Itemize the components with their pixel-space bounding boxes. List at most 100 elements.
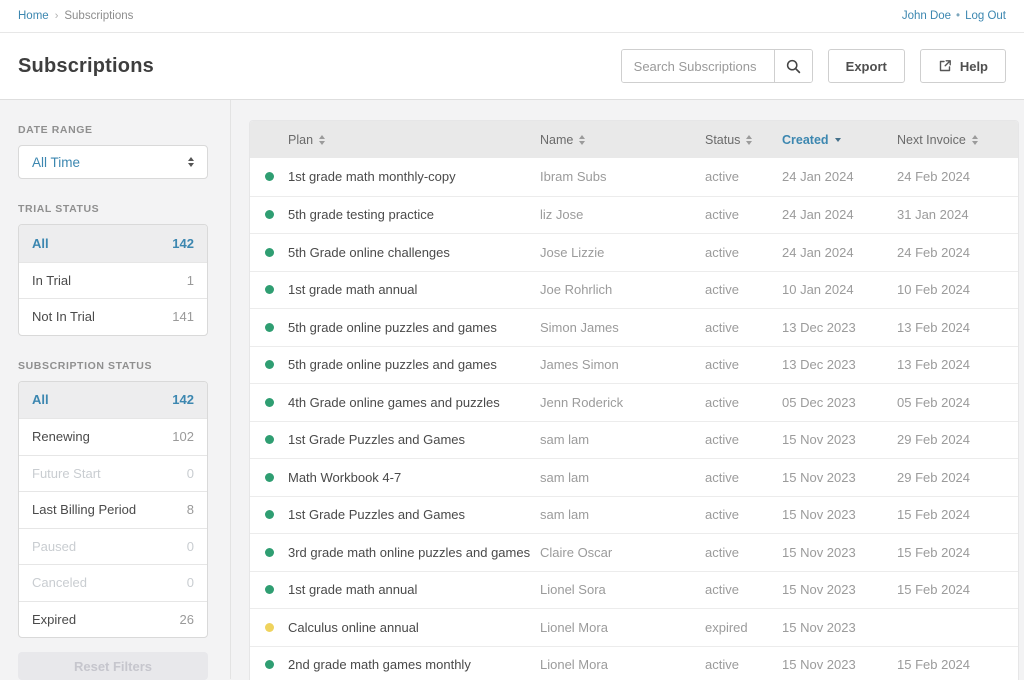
- cell-status: active: [705, 470, 782, 485]
- external-link-icon: [938, 59, 952, 73]
- column-header[interactable]: Status: [705, 133, 782, 147]
- user-name-link[interactable]: John Doe: [902, 10, 951, 22]
- filter-item[interactable]: Expired 26: [19, 601, 207, 638]
- cell-plan: Calculus online annual: [288, 620, 540, 635]
- cell-plan: 1st grade math annual: [288, 582, 540, 597]
- filter-item-count: 102: [172, 429, 194, 444]
- cell-name: sam lam: [540, 470, 705, 485]
- filter-item-label: Expired: [32, 612, 76, 627]
- table-row[interactable]: 5th grade online puzzles and games James…: [250, 346, 1018, 384]
- filter-item-label: Future Start: [32, 466, 101, 481]
- column-header-label: Next Invoice: [897, 133, 966, 147]
- date-range-value: All Time: [32, 155, 80, 170]
- export-button[interactable]: Export: [828, 49, 905, 83]
- status-dot-icon: [265, 473, 274, 482]
- filter-item-label: Last Billing Period: [32, 502, 136, 517]
- table-row[interactable]: 2nd grade math games monthly Lionel Mora…: [250, 646, 1018, 680]
- filter-item-label: Paused: [32, 539, 76, 554]
- sort-icon: [746, 135, 752, 145]
- cell-status: active: [705, 582, 782, 597]
- filter-item[interactable]: Renewing 102: [19, 418, 207, 455]
- table-row[interactable]: 1st grade math monthly-copy Ibram Subs a…: [250, 158, 1018, 196]
- cell-created: 15 Nov 2023: [782, 582, 897, 597]
- cell-created: 15 Nov 2023: [782, 470, 897, 485]
- table-row[interactable]: 4th Grade online games and puzzles Jenn …: [250, 383, 1018, 421]
- table-header-row: Plan Name Status Created Next Invoice: [250, 121, 1018, 158]
- breadcrumb-current: Subscriptions: [64, 10, 133, 22]
- table-row[interactable]: 5th grade testing practice liz Jose acti…: [250, 196, 1018, 234]
- table-row[interactable]: 1st grade math annual Lionel Sora active…: [250, 571, 1018, 609]
- column-header[interactable]: Next Invoice: [897, 133, 1018, 147]
- cell-plan: 1st Grade Puzzles and Games: [288, 432, 540, 447]
- table-body: 1st grade math monthly-copy Ibram Subs a…: [250, 158, 1018, 680]
- cell-status: active: [705, 545, 782, 560]
- cell-name: liz Jose: [540, 207, 705, 222]
- logout-link[interactable]: Log Out: [965, 10, 1006, 22]
- column-header[interactable]: Name: [540, 133, 705, 147]
- status-dot-icon: [265, 660, 274, 669]
- filter-item[interactable]: Not In Trial 141: [19, 298, 207, 335]
- table-row[interactable]: Calculus online annual Lionel Mora expir…: [250, 608, 1018, 646]
- sidebar-divider: [230, 100, 231, 679]
- filter-item[interactable]: Last Billing Period 8: [19, 491, 207, 528]
- cell-next-invoice: 15 Feb 2024: [897, 545, 1018, 560]
- filter-item[interactable]: Paused 0: [19, 528, 207, 565]
- cell-created: 10 Jan 2024: [782, 282, 897, 297]
- date-range-select[interactable]: All Time: [18, 145, 208, 179]
- column-header-label: Name: [540, 133, 573, 147]
- table-row[interactable]: Math Workbook 4-7 sam lam active 15 Nov …: [250, 458, 1018, 496]
- cell-next-invoice: 29 Feb 2024: [897, 432, 1018, 447]
- cell-name: Ibram Subs: [540, 169, 705, 184]
- cell-plan: 5th grade online puzzles and games: [288, 357, 540, 372]
- cell-status: active: [705, 245, 782, 260]
- cell-status: active: [705, 507, 782, 522]
- filter-item[interactable]: Future Start 0: [19, 455, 207, 492]
- column-header[interactable]: Plan: [288, 133, 540, 147]
- status-dot-icon: [265, 285, 274, 294]
- status-dot-icon: [265, 585, 274, 594]
- date-range-label: DATE RANGE: [18, 124, 208, 136]
- trial-status-label: TRIAL STATUS: [18, 203, 208, 215]
- table-row[interactable]: 5th grade online puzzles and games Simon…: [250, 308, 1018, 346]
- search-button[interactable]: [774, 50, 812, 82]
- table-row[interactable]: 1st grade math annual Joe Rohrlich activ…: [250, 271, 1018, 309]
- table-row[interactable]: 1st Grade Puzzles and Games sam lam acti…: [250, 496, 1018, 534]
- column-header-label: Status: [705, 133, 740, 147]
- table-row[interactable]: 1st Grade Puzzles and Games sam lam acti…: [250, 421, 1018, 459]
- cell-status: active: [705, 282, 782, 297]
- column-header[interactable]: Created: [782, 133, 897, 147]
- cell-created: 15 Nov 2023: [782, 432, 897, 447]
- filter-item-count: 0: [187, 539, 194, 554]
- subscriptions-table: Plan Name Status Created Next Invoice 1s…: [250, 121, 1018, 680]
- filter-item-label: Renewing: [32, 429, 90, 444]
- table-row[interactable]: 5th Grade online challenges Jose Lizzie …: [250, 233, 1018, 271]
- status-dot-icon: [265, 548, 274, 557]
- filter-item[interactable]: All 142: [19, 382, 207, 419]
- cell-plan: 1st grade math monthly-copy: [288, 169, 540, 184]
- cell-status: active: [705, 169, 782, 184]
- cell-name: James Simon: [540, 357, 705, 372]
- breadcrumb-home-link[interactable]: Home: [18, 10, 49, 22]
- help-button[interactable]: Help: [920, 49, 1006, 83]
- search-input[interactable]: [622, 50, 774, 82]
- status-dot-icon: [265, 210, 274, 219]
- cell-name: Jose Lizzie: [540, 245, 705, 260]
- table-row[interactable]: 3rd grade math online puzzles and games …: [250, 533, 1018, 571]
- cell-plan: 5th Grade online challenges: [288, 245, 540, 260]
- cell-plan: 3rd grade math online puzzles and games: [288, 545, 540, 560]
- subscription-status-list: All 142 Renewing 102 Future Start 0 Last…: [18, 381, 208, 639]
- page-header: Subscriptions Export Help: [0, 33, 1024, 100]
- cell-created: 13 Dec 2023: [782, 357, 897, 372]
- reset-filters-button[interactable]: Reset Filters: [18, 652, 208, 680]
- sort-icon: [579, 135, 585, 145]
- cell-plan: 5th grade online puzzles and games: [288, 320, 540, 335]
- filter-item-label: All: [32, 236, 49, 251]
- filter-item-count: 8: [187, 502, 194, 517]
- cell-next-invoice: 13 Feb 2024: [897, 357, 1018, 372]
- filter-item[interactable]: Canceled 0: [19, 564, 207, 601]
- filters-sidebar: DATE RANGE All Time TRIAL STATUS All 142…: [18, 100, 208, 680]
- filter-item-count: 26: [180, 612, 194, 627]
- cell-plan: Math Workbook 4-7: [288, 470, 540, 485]
- filter-item[interactable]: In Trial 1: [19, 262, 207, 299]
- filter-item[interactable]: All 142: [19, 225, 207, 262]
